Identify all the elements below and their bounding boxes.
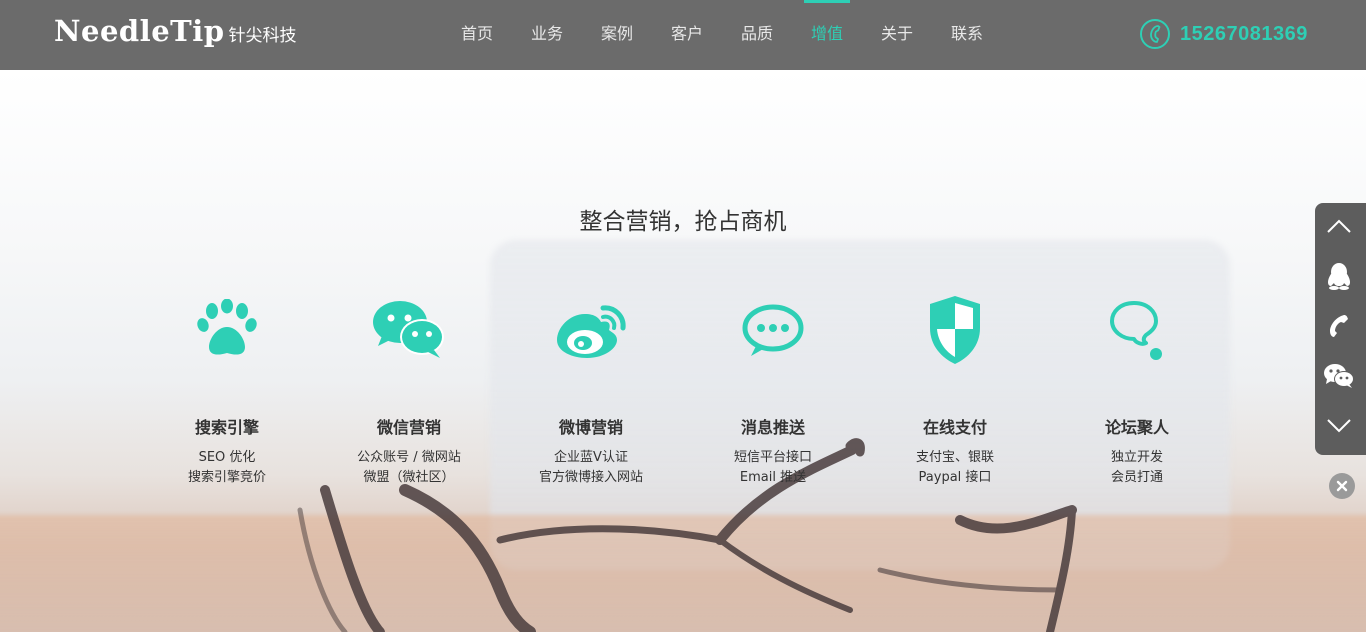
feature-item: 微信营销 公众账号 / 微网站 微盟（微社区） [318, 290, 500, 488]
feature-title: 搜索引擎 [194, 418, 259, 437]
nav-value-added[interactable]: 增值 [792, 0, 862, 70]
feature-desc: 企业蓝V认证 [554, 450, 628, 465]
nav-about[interactable]: 关于 [862, 0, 932, 70]
nav-clients[interactable]: 客户 [652, 0, 722, 70]
wechat-icon [318, 290, 500, 370]
feature-title: 在线支付 [922, 418, 987, 437]
main-nav: 首页 业务 案例 客户 品质 增值 关于 联系 [442, 0, 1002, 70]
feature-list: 搜索引擎 SEO 优化 搜索引擎竞价 微信营销 公众账号 / 微网站 微盟（微社… [136, 290, 1228, 488]
feature-desc: 短信平台接口 [733, 450, 812, 465]
weibo-icon [500, 290, 682, 370]
nav-contact[interactable]: 联系 [932, 0, 1002, 70]
feature-title: 微博营销 [558, 418, 623, 437]
feature-title: 微信营销 [376, 418, 441, 437]
shield-icon [864, 290, 1046, 370]
feature-desc: 支付宝、银联 [915, 450, 994, 465]
feature-desc: 公众账号 / 微网站 [357, 450, 461, 465]
nav-home[interactable]: 首页 [442, 0, 512, 70]
logo-text-en: NeedleTip [54, 14, 225, 48]
logo[interactable]: NeedleTip 针尖科技 [54, 14, 297, 48]
feature-item: 消息推送 短信平台接口 Email 推送 [682, 290, 864, 488]
feature-desc: Email 推送 [739, 470, 807, 485]
section-title: 整合营销，抢占商机 [579, 209, 787, 235]
feature-item: 微博营销 企业蓝V认证 官方微博接入网站 [500, 290, 682, 488]
phone-icon [1326, 313, 1352, 343]
close-sidebar-button[interactable] [1329, 473, 1355, 499]
float-sidebar [1315, 203, 1366, 455]
forum-bubble-icon [1046, 290, 1228, 370]
wechat-button[interactable] [1315, 353, 1366, 403]
chevron-up-icon [1326, 218, 1352, 238]
phone-icon [1140, 19, 1170, 49]
scroll-bottom-button[interactable] [1315, 403, 1366, 453]
wechat-icon [1323, 363, 1355, 393]
logo-text-cn: 针尖科技 [228, 26, 297, 46]
feature-desc: 微盟（微社区） [363, 470, 455, 485]
nav-business[interactable]: 业务 [512, 0, 582, 70]
feature-item: 论坛聚人 独立开发 会员打通 [1046, 290, 1228, 488]
feature-item: 在线支付 支付宝、银联 Paypal 接口 [864, 290, 1046, 488]
feature-title: 论坛聚人 [1104, 418, 1169, 437]
paw-icon [136, 290, 318, 370]
feature-item: 搜索引擎 SEO 优化 搜索引擎竞价 [136, 290, 318, 488]
feature-desc: 官方微博接入网站 [538, 470, 643, 485]
qq-button[interactable] [1315, 253, 1366, 303]
close-icon [1336, 477, 1348, 496]
header-phone: 15267081369 [1140, 19, 1308, 49]
scroll-top-button[interactable] [1315, 203, 1366, 253]
nav-quality[interactable]: 品质 [722, 0, 792, 70]
phone-number[interactable]: 15267081369 [1180, 23, 1308, 46]
nav-cases[interactable]: 案例 [582, 0, 652, 70]
phone-button[interactable] [1315, 303, 1366, 353]
qq-icon [1326, 262, 1352, 294]
feature-title: 消息推送 [740, 418, 805, 437]
chevron-down-icon [1326, 418, 1352, 438]
message-icon [682, 290, 864, 370]
feature-desc: 独立开发 [1110, 450, 1163, 465]
top-header: NeedleTip 针尖科技 首页 业务 案例 客户 品质 增值 关于 联系 15… [0, 0, 1366, 70]
feature-desc: Paypal 接口 [918, 470, 992, 485]
feature-desc: SEO 优化 [198, 450, 256, 465]
feature-desc: 搜索引擎竞价 [187, 470, 266, 485]
feature-desc: 会员打通 [1110, 470, 1163, 485]
